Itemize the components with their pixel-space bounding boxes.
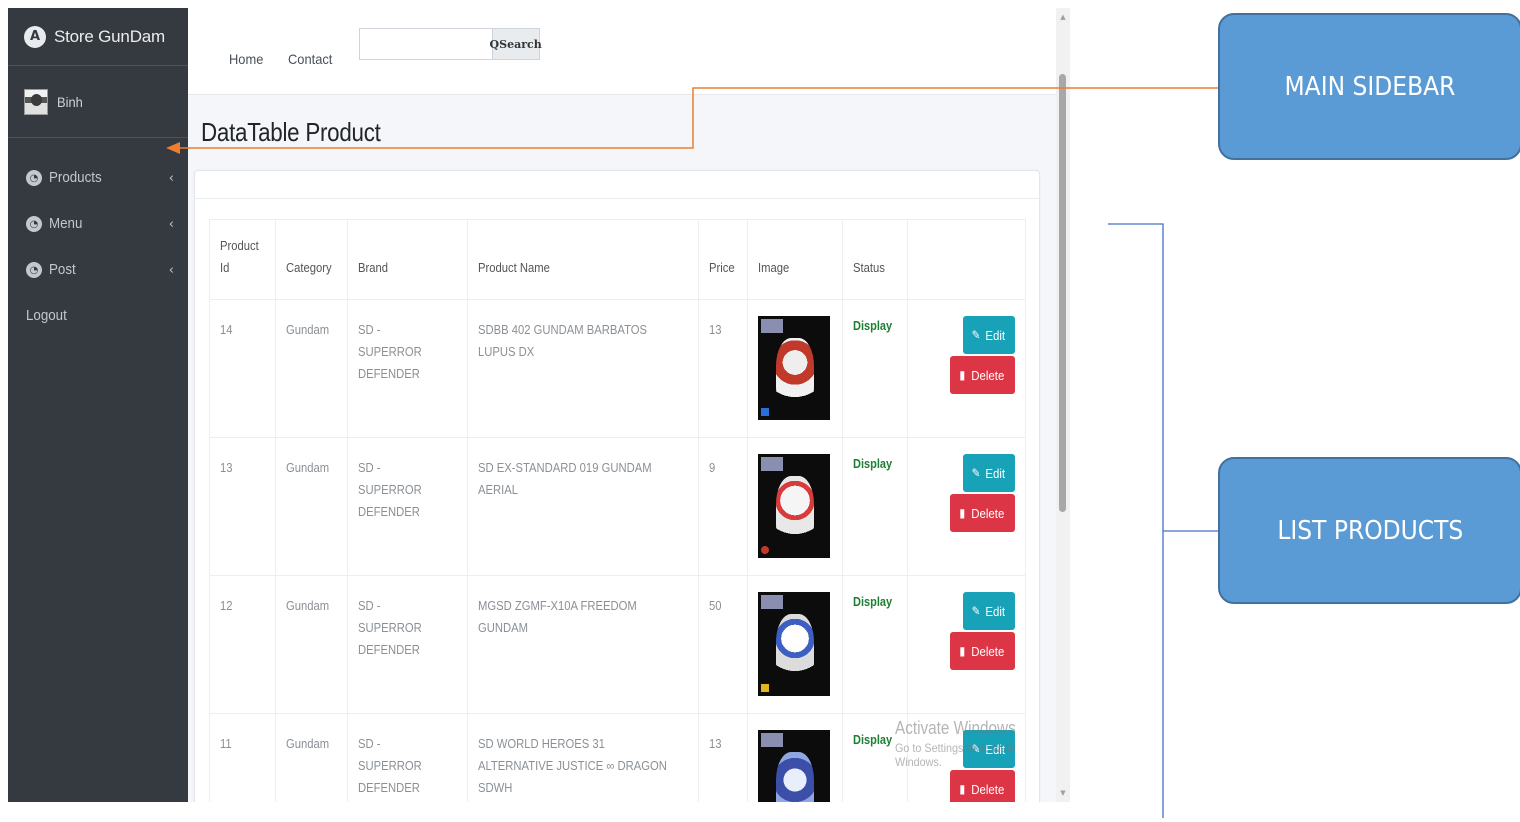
list-products-callout: LIST PRODUCTS — [1218, 457, 1520, 604]
list-bracket-line — [1108, 223, 1164, 818]
sidebar-pointer-arrow — [178, 87, 1218, 149]
arrowhead-icon — [166, 142, 180, 154]
main-sidebar-callout: MAIN SIDEBAR — [1218, 13, 1520, 160]
